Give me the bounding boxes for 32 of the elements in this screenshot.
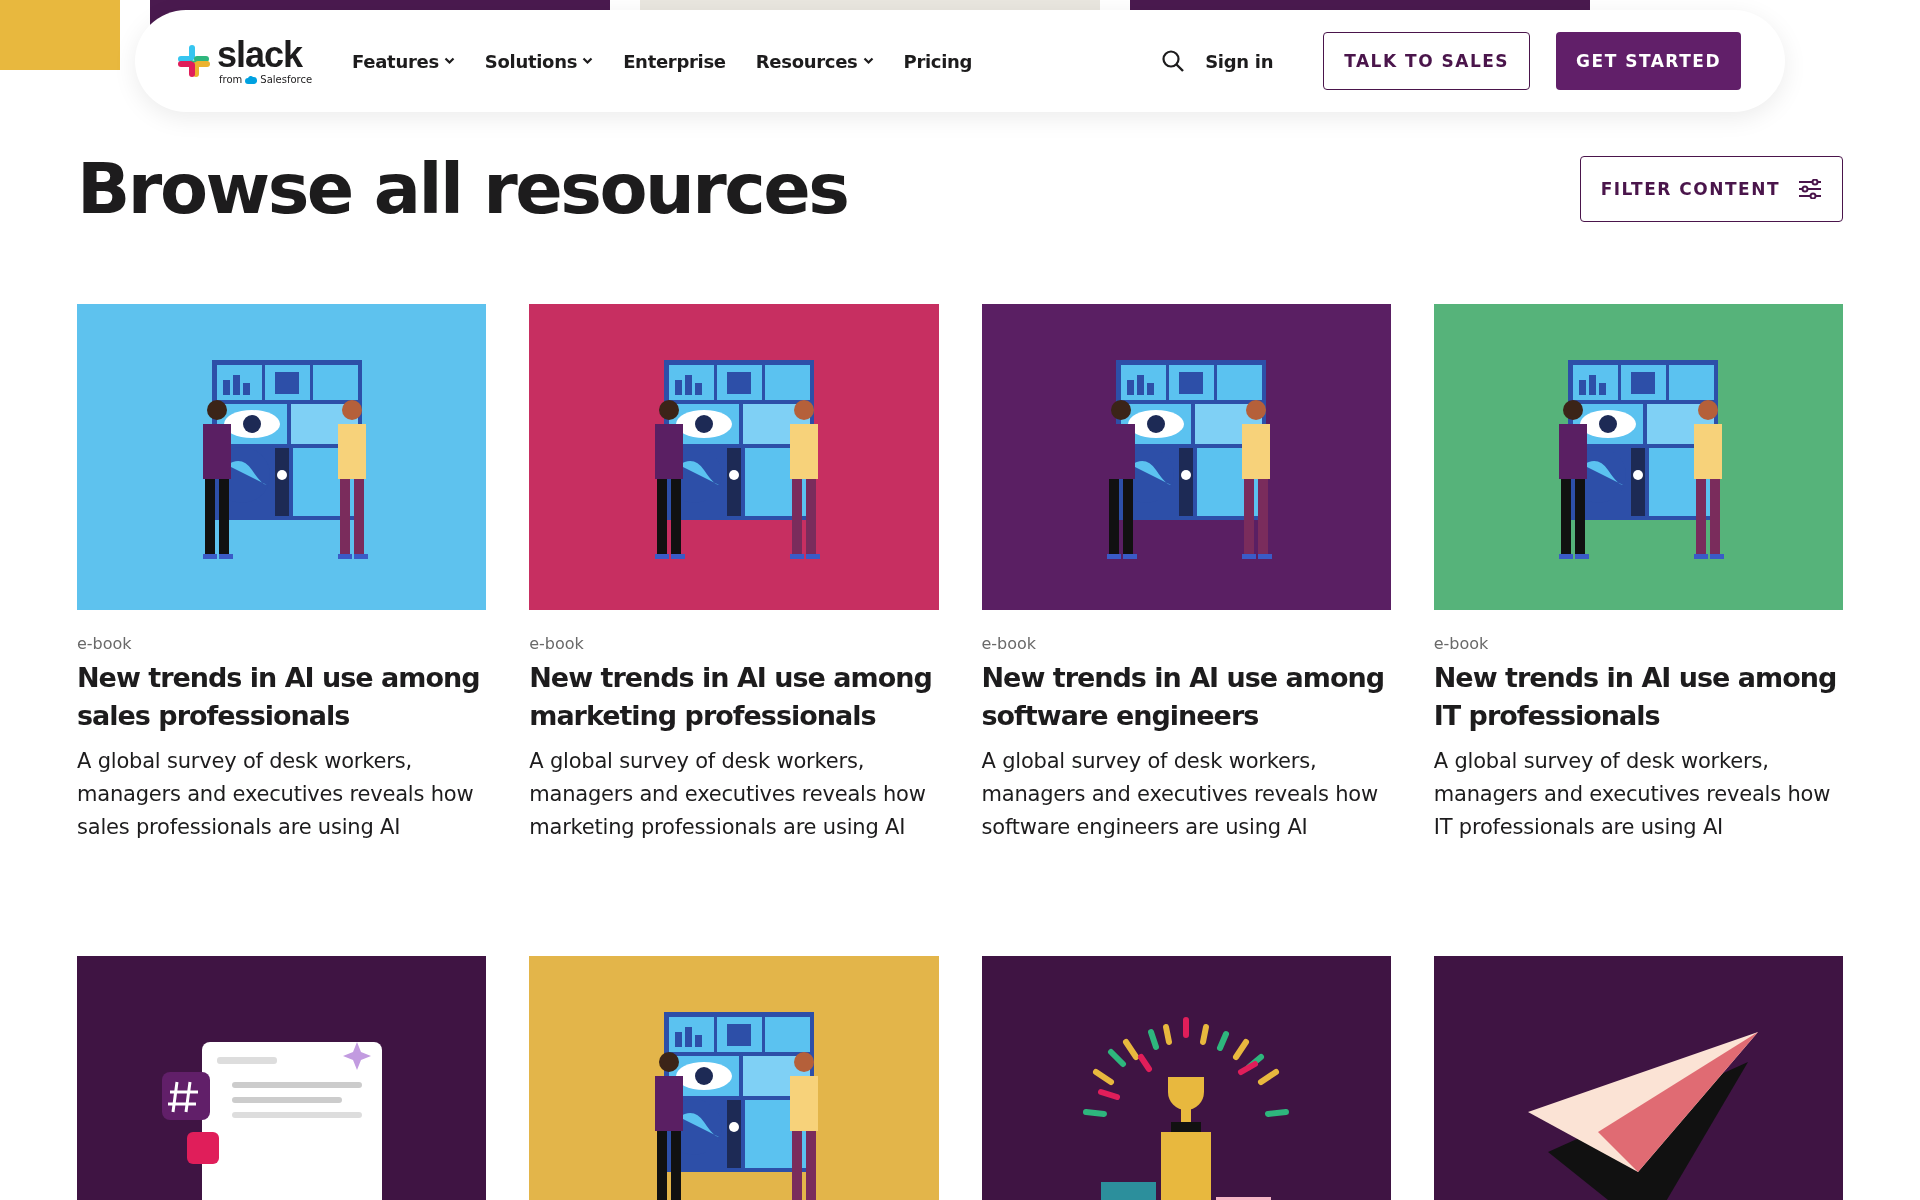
content-type-label: e-book <box>77 634 133 653</box>
card-description: A global survey of desk workers, managers and executives reveals how sales professionals are using AI <box>77 748 475 841</box>
logo-partner: Salesforce <box>260 75 313 85</box>
filter-content-button[interactable]: FILTER CONTENT <box>1579 156 1843 222</box>
chevron-down-icon <box>443 57 455 65</box>
card-title[interactable]: New trends in AI use among marketing professionals <box>529 659 939 735</box>
talk-to-sales-button[interactable]: TALK TO SALES <box>1323 32 1531 90</box>
card-description: A global survey of desk workers, managers and executives reveals how IT professionals are using AI <box>1433 748 1832 841</box>
nav-link[interactable]: Features <box>352 50 455 72</box>
card-description: A global survey of desk workers, managers and executives reveals how software engineers are using AI <box>981 748 1379 841</box>
card-title[interactable]: New trends in AI use among software engineers <box>981 659 1391 735</box>
logo-tagline: from <box>219 75 243 85</box>
sign-in-link[interactable]: Sign in <box>1205 50 1274 72</box>
nav-link[interactable]: Enterprise <box>623 50 726 72</box>
cloud-icon <box>245 76 258 84</box>
sliders-icon <box>1798 179 1822 199</box>
get-started-button[interactable]: GET STARTED <box>1556 32 1741 90</box>
nav-link[interactable]: Resources <box>755 50 874 72</box>
search-icon[interactable] <box>1161 49 1186 73</box>
logo-wordmark: slack <box>217 37 304 73</box>
chevron-down-icon <box>862 57 874 65</box>
content-type-label: e-book <box>981 634 1038 653</box>
chevron-down-icon <box>582 57 594 65</box>
nav-link[interactable]: Solutions <box>484 50 594 72</box>
page-title: Browse all resources <box>77 148 848 230</box>
content-type-label: e-book <box>1433 634 1490 653</box>
content-type-label: e-book <box>529 634 585 653</box>
card-title[interactable]: New trends in AI use among IT professionals <box>1433 659 1843 735</box>
card-title[interactable]: New trends in AI use among sales professionals <box>77 659 487 735</box>
slack-logo-icon <box>177 44 211 78</box>
nav-link[interactable]: Pricing <box>903 50 973 72</box>
card-description: A global survey of desk workers, managers and executives reveals how marketing professionals are using AI <box>529 748 927 841</box>
